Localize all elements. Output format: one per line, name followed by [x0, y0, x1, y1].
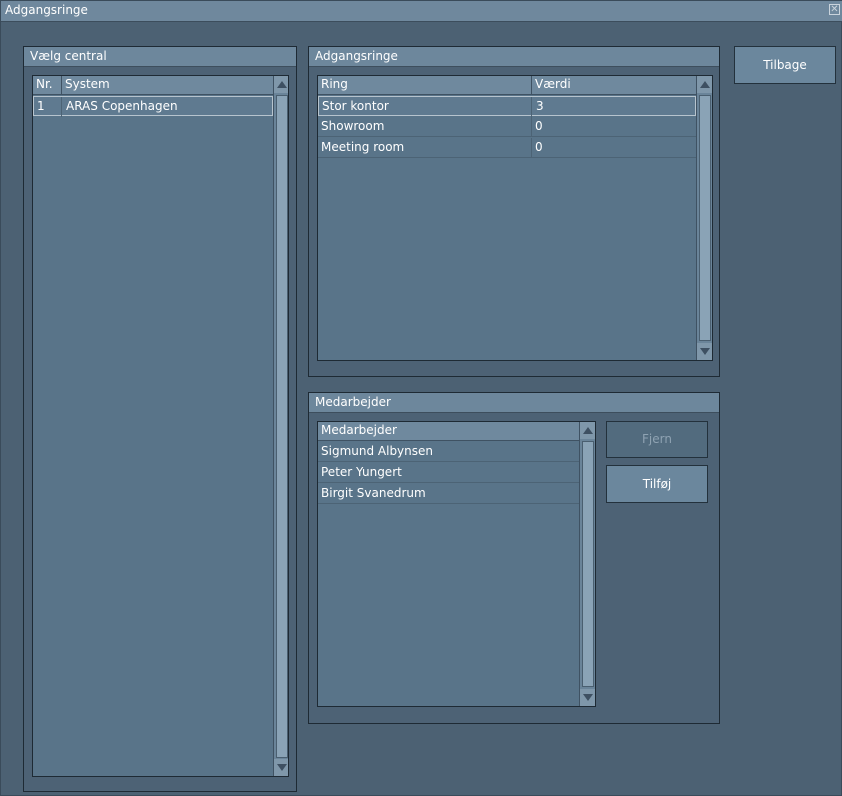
scroll-up-icon [583, 427, 593, 434]
rings-panel-header: Adgangsringe [309, 47, 719, 67]
scroll-thumb[interactable] [699, 95, 711, 341]
employee-name: Sigmund Albynsen [321, 444, 434, 458]
rings-list[interactable]: Ring Værdi Stor kontor 3 Showroom 0 Meet… [317, 75, 713, 361]
ring-row[interactable]: Showroom 0 [318, 117, 696, 137]
central-panel-title: Vælg central [30, 49, 107, 63]
cell-divider [61, 97, 62, 117]
ring-value: 0 [535, 140, 543, 154]
scroll-down-icon [700, 348, 710, 355]
scroll-thumb[interactable] [582, 441, 594, 687]
column-divider [531, 76, 532, 94]
scroll-up-icon [700, 81, 710, 88]
ring-name: Meeting room [321, 140, 405, 154]
close-icon[interactable]: ✕ [829, 4, 840, 15]
employees-list[interactable]: Medarbejder Sigmund Albynsen Peter Yunge… [317, 421, 596, 707]
main-window: Adgangsringe ✕ Vælg central Nr. System 1… [0, 0, 842, 796]
employee-row[interactable]: Birgit Svanedrum [318, 484, 579, 504]
scroll-thumb[interactable] [276, 95, 288, 758]
central-nr: 1 [37, 99, 45, 113]
ring-name: Stor kontor [322, 99, 389, 113]
employee-row[interactable]: Sigmund Albynsen [318, 442, 579, 462]
ring-value: 0 [535, 119, 543, 133]
window-title: Adgangsringe [5, 3, 88, 17]
employees-scrollbar[interactable] [579, 422, 595, 706]
column-header-system[interactable]: System [65, 77, 110, 91]
scroll-up-button[interactable] [274, 76, 288, 93]
scroll-up-button[interactable] [697, 76, 712, 93]
central-list[interactable]: Nr. System 1 ARAS Copenhagen [32, 75, 289, 777]
cell-divider [531, 138, 532, 158]
rings-panel-title: Adgangsringe [315, 49, 398, 63]
scroll-down-button[interactable] [580, 689, 595, 706]
employee-name: Birgit Svanedrum [321, 486, 426, 500]
column-header-ring[interactable]: Ring [321, 77, 348, 91]
add-button[interactable]: Tilføj [606, 465, 708, 503]
ring-value: 3 [536, 99, 544, 113]
ring-row[interactable]: Meeting room 0 [318, 138, 696, 158]
scroll-down-icon [583, 694, 593, 701]
employees-panel-title: Medarbejder [315, 395, 391, 409]
employees-panel-header: Medarbejder [309, 393, 719, 413]
column-header-nr[interactable]: Nr. [36, 77, 53, 91]
employee-name: Peter Yungert [321, 465, 402, 479]
scroll-up-button[interactable] [580, 422, 595, 439]
cell-divider [531, 117, 532, 137]
scroll-up-icon [277, 81, 287, 88]
central-system: ARAS Copenhagen [66, 99, 178, 113]
back-button[interactable]: Tilbage [734, 46, 836, 84]
remove-button[interactable]: Fjern [606, 421, 708, 458]
title-bar: Adgangsringe ✕ [1, 1, 842, 22]
central-panel: Vælg central Nr. System 1 ARAS Copenhage… [23, 46, 297, 792]
scroll-down-icon [277, 764, 287, 771]
ring-row[interactable]: Stor kontor 3 [318, 96, 696, 117]
column-header-value[interactable]: Værdi [535, 77, 571, 91]
rings-panel: Adgangsringe Ring Værdi Stor kontor 3 Sh… [308, 46, 720, 377]
scroll-down-button[interactable] [274, 759, 288, 776]
central-row[interactable]: 1 ARAS Copenhagen [33, 96, 273, 117]
employees-panel: Medarbejder Medarbejder Sigmund Albynsen… [308, 392, 720, 724]
cell-divider [531, 97, 532, 117]
column-divider [61, 76, 62, 94]
rings-list-header: Ring Værdi [318, 76, 696, 95]
employees-list-header: Medarbejder [318, 422, 579, 441]
central-panel-header: Vælg central [24, 47, 296, 67]
scroll-down-button[interactable] [697, 343, 712, 360]
column-header-employee[interactable]: Medarbejder [321, 423, 397, 437]
central-scrollbar[interactable] [273, 76, 288, 776]
ring-name: Showroom [321, 119, 385, 133]
central-list-header: Nr. System [33, 76, 273, 95]
employee-row[interactable]: Peter Yungert [318, 463, 579, 483]
rings-scrollbar[interactable] [696, 76, 712, 360]
